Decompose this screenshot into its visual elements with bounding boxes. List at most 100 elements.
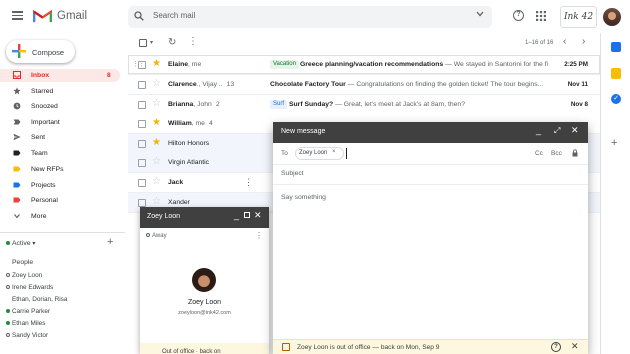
main-menu-icon[interactable] xyxy=(12,11,23,20)
label-icon[interactable] xyxy=(13,196,21,204)
compose-title[interactable]: New message xyxy=(281,128,325,135)
label-icon[interactable] xyxy=(13,181,21,189)
sender-name[interactable]: Brianna xyxy=(168,101,193,108)
email-sender[interactable]: Brianna, John 2 xyxy=(168,101,220,108)
chevron-down-icon[interactable] xyxy=(13,212,21,220)
email-subject[interactable]: Greece planning/vacation recommendations… xyxy=(300,61,548,68)
bcc-button[interactable]: Bcc xyxy=(551,150,562,157)
to-label[interactable]: To xyxy=(281,150,288,157)
dismiss-icon[interactable]: ✕ xyxy=(571,341,579,352)
search-options-icon[interactable] xyxy=(476,11,484,17)
previous-page-icon[interactable]: ‹ xyxy=(563,36,566,47)
calendar-icon[interactable] xyxy=(611,42,621,52)
star-icon[interactable]: ☆ xyxy=(152,196,161,207)
select-menu-icon[interactable]: ▾ xyxy=(150,39,153,46)
email-sender[interactable]: Clarence., Vijay .. 13 xyxy=(168,81,234,88)
sidebar-item-label[interactable]: Projects xyxy=(31,182,56,189)
to-field-cursor[interactable] xyxy=(346,148,347,159)
app-name[interactable]: Gmail xyxy=(57,10,87,22)
sidebar-item-label[interactable]: Team xyxy=(31,150,48,157)
star-icon[interactable]: ☆ xyxy=(152,98,161,109)
organization-logo[interactable]: Ink 42 xyxy=(560,6,597,28)
sender-name[interactable]: Hilton Honors xyxy=(168,140,209,147)
active-status-selector[interactable]: Active ▾ xyxy=(6,240,35,247)
next-page-icon[interactable]: › xyxy=(582,36,585,47)
star-icon[interactable]: ☆ xyxy=(152,176,161,187)
sidebar-item-label[interactable]: Sent xyxy=(31,134,45,141)
row-checkbox[interactable] xyxy=(138,81,146,89)
chevron-down-icon[interactable]: ▾ xyxy=(32,241,35,247)
inbox-icon[interactable] xyxy=(13,71,21,79)
close-icon[interactable]: ✕ xyxy=(254,210,262,221)
snippet-text[interactable]: — Great, let's meet at Jack's at 8am, th… xyxy=(333,101,465,108)
search-input[interactable]: Search mail xyxy=(153,11,195,20)
star-icon[interactable] xyxy=(13,87,21,95)
new-chat-icon[interactable]: + xyxy=(107,236,113,248)
snippet-text[interactable]: — We stayed in Santorini for the first..… xyxy=(443,61,548,68)
sidebar-item-label[interactable]: New RFPs xyxy=(31,166,63,173)
email-row[interactable]: ☆ Clarence., Vijay .. 13 Chocolate Factory … xyxy=(128,75,600,95)
person-name[interactable]: Ethan Miles xyxy=(12,320,45,327)
sender-name[interactable]: Elaine xyxy=(168,61,188,68)
sidebar-item-label[interactable]: Starred xyxy=(31,88,53,95)
minimize-icon[interactable]: _ xyxy=(234,210,239,220)
people-item[interactable]: Zoey Loon xyxy=(6,272,42,279)
row-checkbox[interactable] xyxy=(138,199,146,207)
recipient-name[interactable]: Zoey Loon xyxy=(299,150,327,156)
sender-name[interactable]: William xyxy=(168,120,192,127)
compose-plus-icon[interactable] xyxy=(12,44,26,61)
important-icon[interactable] xyxy=(13,118,21,126)
keep-icon[interactable] xyxy=(611,68,621,79)
sender-name[interactable]: Virgin Atlantic xyxy=(168,159,209,166)
label-chip[interactable]: Surf xyxy=(270,100,288,109)
people-item[interactable]: Carrie Parker xyxy=(6,308,50,315)
sender-name[interactable]: Clarence xyxy=(168,81,197,88)
chat-more-icon[interactable]: ⋮ xyxy=(255,231,263,240)
sender-suffix[interactable]: , me xyxy=(188,61,201,68)
email-sender[interactable]: William, me 4 xyxy=(168,120,213,127)
sender-suffix[interactable]: , John xyxy=(193,101,212,108)
search-icon[interactable] xyxy=(134,11,144,21)
email-sender[interactable]: Virgin Atlantic xyxy=(168,159,209,166)
email-sender[interactable]: Xander xyxy=(168,199,190,206)
row-checkbox[interactable] xyxy=(138,140,146,148)
add-addon-icon[interactable]: + xyxy=(611,137,617,149)
sidebar-item-label[interactable]: Snoozed xyxy=(31,103,58,110)
clock-icon[interactable] xyxy=(13,102,21,110)
subject-text[interactable]: Greece planning/vacation recommendations xyxy=(300,61,443,68)
refresh-icon[interactable]: ↻ xyxy=(168,37,176,48)
email-subject[interactable]: Surf Sunday? — Great, let's meet at Jack… xyxy=(289,101,548,108)
sidebar-item-label[interactable]: Important xyxy=(31,119,60,126)
sender-name[interactable]: Jack xyxy=(168,179,183,186)
remove-recipient-icon[interactable]: × xyxy=(332,149,336,155)
sidebar-item-label[interactable]: Inbox xyxy=(31,72,49,79)
message-body[interactable]: Say something xyxy=(281,194,326,201)
chat-title[interactable]: Zoey Loon xyxy=(147,213,180,220)
email-sender[interactable]: Elaine, me xyxy=(168,61,201,68)
row-checkbox[interactable] xyxy=(138,179,146,187)
row-checkbox[interactable] xyxy=(138,101,146,109)
drag-handle-icon[interactable]: ⋮⋮ xyxy=(132,60,145,68)
cc-button[interactable]: Cc xyxy=(535,150,543,157)
label-icon[interactable] xyxy=(13,149,21,157)
email-subject[interactable]: Chocolate Factory Tour — Congratulations… xyxy=(270,81,548,88)
sender-suffix[interactable]: , me xyxy=(192,120,205,127)
email-sender[interactable]: Hilton Honors xyxy=(168,140,209,147)
subject-text[interactable]: Chocolate Factory Tour xyxy=(270,81,346,88)
person-name[interactable]: Zoey Loon xyxy=(12,272,42,279)
gmail-logo-icon[interactable] xyxy=(33,9,52,23)
people-item[interactable]: Sandy Victor xyxy=(6,332,48,339)
star-icon[interactable]: ☆ xyxy=(152,156,161,167)
help-icon[interactable]: ? xyxy=(513,10,524,21)
row-checkbox[interactable] xyxy=(138,120,146,128)
more-actions-icon[interactable]: ⋮ xyxy=(188,36,198,47)
star-icon[interactable]: ☆ xyxy=(152,78,161,89)
subject-field[interactable]: Subject xyxy=(281,170,304,177)
person-name[interactable]: Carrie Parker xyxy=(12,308,50,315)
select-all-checkbox[interactable] xyxy=(139,39,147,47)
people-item[interactable]: Ethan Miles xyxy=(6,320,45,327)
sidebar-item-label[interactable]: Personal xyxy=(31,197,58,204)
person-name[interactable]: Sandy Victor xyxy=(12,332,48,339)
email-row[interactable]: ★ Elaine, me Vacation Greece planning/vacat… xyxy=(128,55,600,75)
email-sender[interactable]: Jack xyxy=(168,179,183,186)
